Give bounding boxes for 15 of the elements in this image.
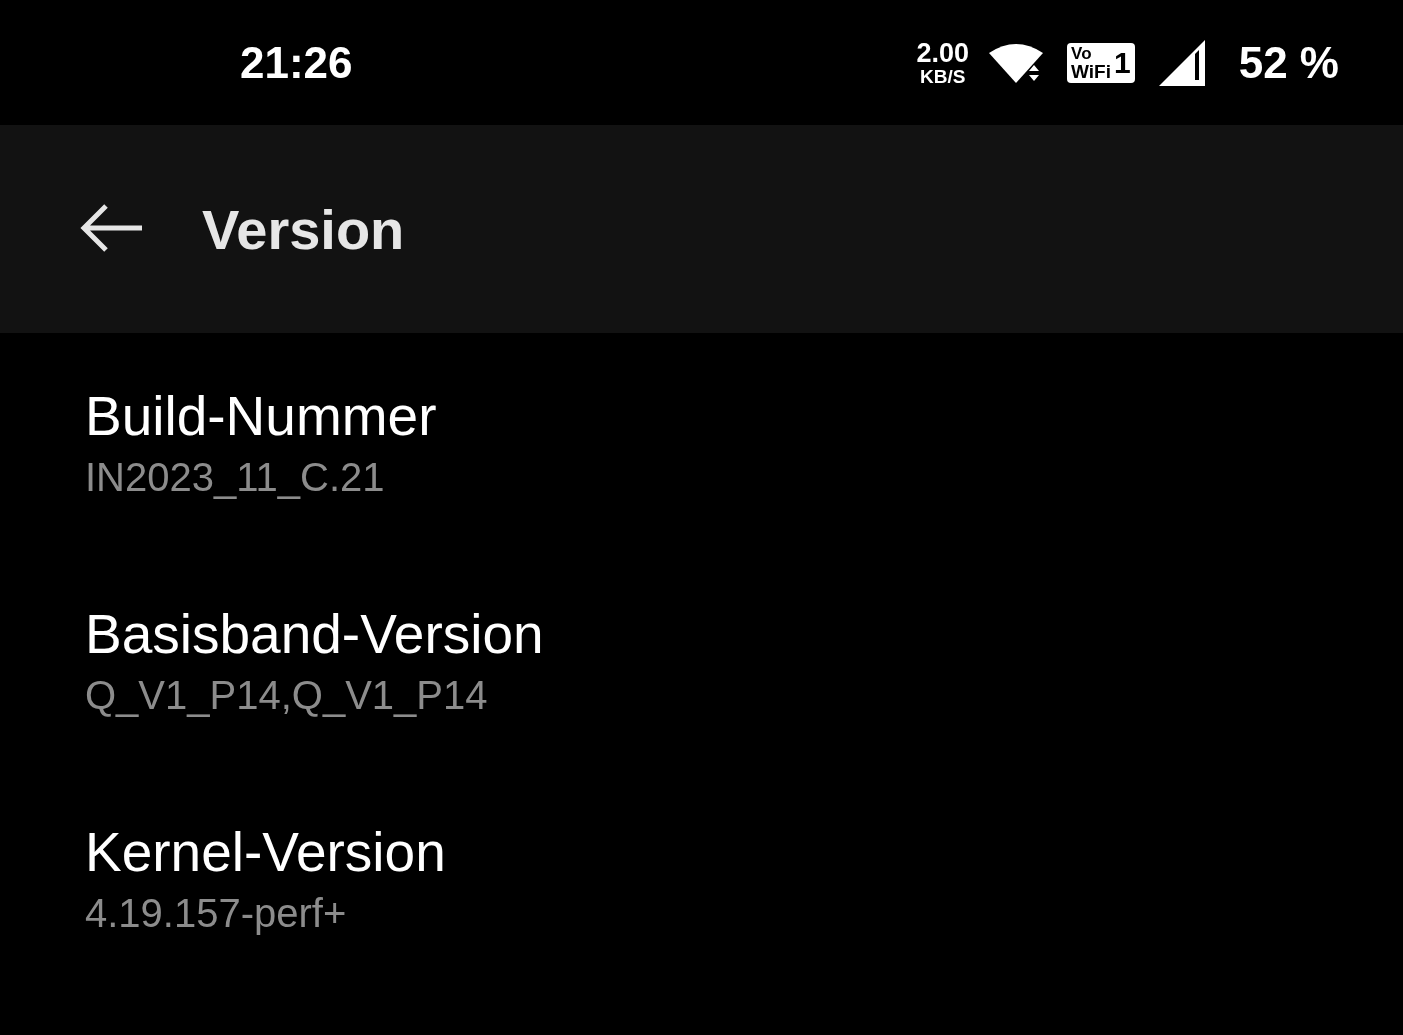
vowifi-label: WiFi	[1071, 61, 1111, 81]
clock: 21:26	[240, 37, 353, 88]
battery-percentage: 52 %	[1238, 37, 1339, 88]
signal-icon	[1158, 39, 1207, 86]
setting-title: Build-Nummer	[85, 384, 438, 449]
setting-title: Basisband-Version	[85, 602, 545, 667]
setting-value: 4.19.157-perf+	[85, 891, 348, 936]
vowifi-label: Vo	[1071, 44, 1093, 62]
page-title: Version	[202, 196, 405, 262]
setting-title: Kernel-Version	[85, 820, 447, 885]
network-speed-unit: KB/S	[920, 66, 966, 86]
sim-slot-number: 1	[1114, 45, 1131, 80]
network-speed: 2.00	[916, 39, 970, 67]
setting-value: IN2023_11_C.21	[85, 455, 386, 500]
setting-value: Q_V1_P14,Q_V1_P14	[85, 673, 489, 718]
